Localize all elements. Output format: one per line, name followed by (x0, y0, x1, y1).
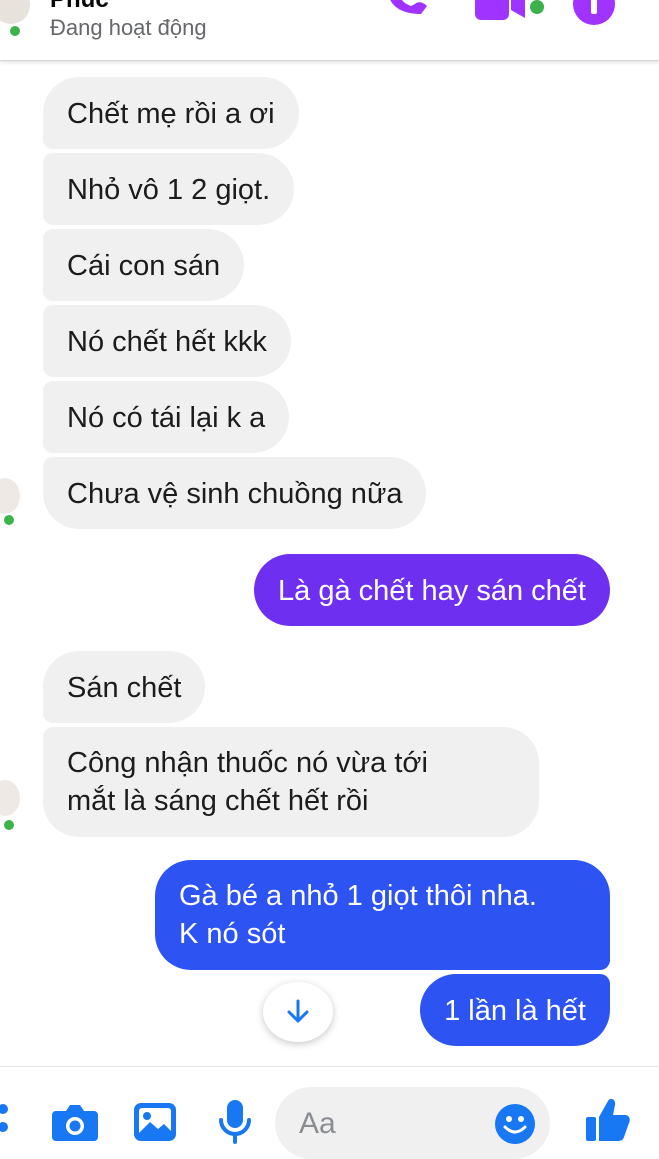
message-text-line: Gà bé a nhỏ 1 giọt thôi nha. (179, 880, 537, 912)
message-bubble[interactable]: Là gà chết hay sán chết (254, 554, 610, 626)
video-active-dot (528, 0, 546, 16)
online-indicator (2, 818, 16, 832)
camera-icon[interactable] (52, 1105, 98, 1141)
microphone-icon[interactable] (218, 1100, 252, 1144)
message-bubble[interactable]: Nhỏ vô 1 2 giọt. (43, 153, 295, 225)
message-text: 1 lần là hết (444, 995, 586, 1027)
info-icon[interactable] (573, 0, 615, 26)
phone-icon[interactable] (383, 0, 435, 24)
message-text-line: mắt là sáng chết hết rồi (67, 785, 369, 817)
message-bubble[interactable]: Công nhận thuốc nó vừa tới mắt là sáng c… (43, 727, 539, 837)
message-bubble[interactable]: 1 lần là hết (420, 974, 610, 1046)
conversation-header: Phúc Đang hoạt động (0, 0, 659, 61)
message-text-line: K nó sót (179, 918, 286, 950)
message-text: Chết mẹ rồi a ơi (67, 98, 275, 130)
thumbs-up-icon[interactable] (586, 1097, 630, 1143)
online-indicator (2, 513, 16, 527)
message-text: Nhỏ vô 1 2 giọt. (67, 174, 271, 206)
message-text: Nó chết hết kkk (67, 326, 267, 358)
message-bubble[interactable]: Nó có tái lại k a (43, 381, 290, 453)
image-icon[interactable] (134, 1103, 176, 1141)
online-indicator (8, 24, 22, 38)
message-text: Là gà chết hay sán chết (278, 575, 586, 607)
message-composer: Aa (0, 1066, 659, 1159)
more-icon[interactable] (0, 1103, 14, 1143)
emoji-icon[interactable] (495, 1104, 535, 1144)
message-input-placeholder: Aa (299, 1107, 336, 1140)
message-bubble[interactable]: Nó chết hết kkk (43, 305, 291, 377)
contact-avatar-small[interactable] (0, 780, 20, 816)
message-text: Cái con sán (67, 250, 221, 282)
contact-avatar-small[interactable] (0, 478, 20, 514)
arrow-down-icon (287, 999, 309, 1023)
message-bubble[interactable]: Sán chết (43, 651, 206, 723)
message-input[interactable]: Aa (275, 1087, 550, 1159)
video-icon[interactable] (475, 0, 525, 22)
contact-avatar[interactable] (0, 0, 30, 24)
message-bubble[interactable]: Gà bé a nhỏ 1 giọt thôi nha. K nó sót (155, 860, 610, 970)
message-bubble[interactable]: Chưa vệ sinh chuồng nữa (43, 457, 427, 529)
message-bubble[interactable]: Chết mẹ rồi a ơi (43, 77, 299, 149)
message-text: Sán chết (67, 672, 182, 704)
message-text: Nó có tái lại k a (67, 402, 266, 434)
message-text: Chưa vệ sinh chuồng nữa (67, 478, 403, 510)
message-text-line: Công nhận thuốc nó vừa tới (67, 747, 428, 779)
contact-name[interactable]: Phúc (50, 0, 109, 14)
contact-status: Đang hoạt động (50, 15, 207, 40)
message-bubble[interactable]: Cái con sán (43, 229, 245, 301)
scroll-to-bottom-button[interactable] (263, 982, 333, 1042)
